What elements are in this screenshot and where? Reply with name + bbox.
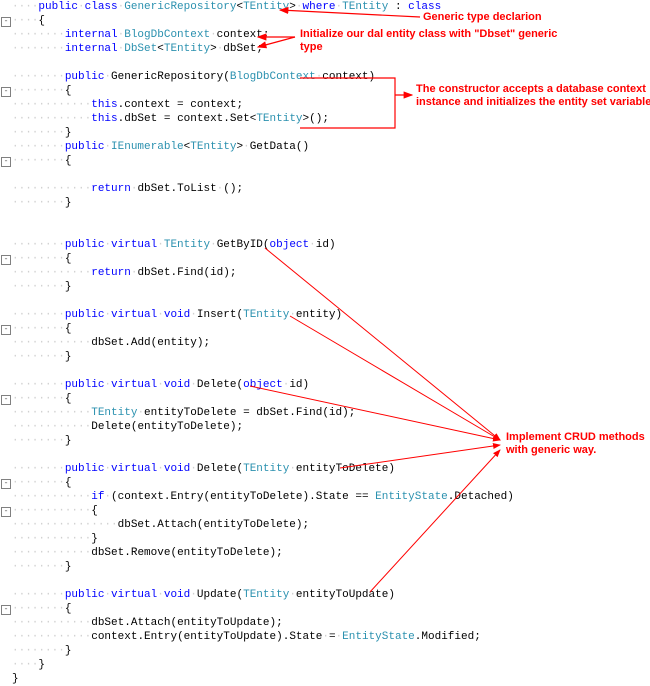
fold-gutter[interactable]: - — [0, 392, 12, 406]
fold-gutter[interactable] — [0, 490, 12, 504]
fold-gutter[interactable] — [0, 560, 12, 574]
fold-gutter[interactable] — [0, 56, 12, 70]
fold-gutter[interactable]: - — [0, 252, 12, 266]
fold-gutter[interactable] — [0, 168, 12, 182]
fold-gutter[interactable] — [0, 378, 12, 392]
fold-gutter[interactable] — [0, 238, 12, 252]
collapse-icon[interactable]: - — [1, 325, 11, 335]
fold-gutter[interactable] — [0, 420, 12, 434]
fold-gutter[interactable]: - — [0, 322, 12, 336]
fold-gutter[interactable] — [0, 462, 12, 476]
fold-gutter[interactable] — [0, 574, 12, 588]
fold-gutter[interactable] — [0, 70, 12, 84]
fold-gutter[interactable] — [0, 336, 12, 350]
collapse-icon[interactable]: - — [1, 479, 11, 489]
fold-gutter[interactable] — [0, 280, 12, 294]
fold-gutter[interactable]: - — [0, 476, 12, 490]
fold-gutter[interactable] — [0, 350, 12, 364]
fold-gutter[interactable] — [0, 672, 12, 686]
collapse-icon[interactable]: - — [1, 17, 11, 27]
fold-gutter[interactable] — [0, 266, 12, 280]
fold-gutter[interactable] — [0, 518, 12, 532]
fold-gutter[interactable] — [0, 210, 12, 224]
fold-gutter[interactable] — [0, 182, 12, 196]
fold-gutter[interactable] — [0, 658, 12, 672]
fold-gutter[interactable] — [0, 126, 12, 140]
fold-gutter[interactable] — [0, 616, 12, 630]
fold-gutter[interactable] — [0, 406, 12, 420]
fold-gutter[interactable] — [0, 98, 12, 112]
collapse-icon[interactable]: - — [1, 605, 11, 615]
fold-gutter[interactable] — [0, 308, 12, 322]
fold-gutter[interactable] — [0, 448, 12, 462]
fold-gutter[interactable] — [0, 294, 12, 308]
collapse-icon[interactable]: - — [1, 255, 11, 265]
fold-gutter[interactable] — [0, 434, 12, 448]
fold-gutter[interactable] — [0, 140, 12, 154]
fold-gutter[interactable] — [0, 532, 12, 546]
fold-gutter[interactable]: - — [0, 84, 12, 98]
fold-gutter[interactable] — [0, 196, 12, 210]
collapse-icon[interactable]: - — [1, 157, 11, 167]
fold-gutter[interactable] — [0, 112, 12, 126]
fold-gutter[interactable] — [0, 546, 12, 560]
fold-gutter[interactable]: - — [0, 154, 12, 168]
code-editor[interactable]: ····public·class·GenericRepository<TEnti… — [0, 0, 650, 686]
fold-gutter[interactable]: - — [0, 504, 12, 518]
fold-gutter[interactable] — [0, 28, 12, 42]
fold-gutter[interactable] — [0, 224, 12, 238]
fold-gutter[interactable] — [0, 630, 12, 644]
fold-gutter[interactable] — [0, 644, 12, 658]
fold-gutter[interactable]: - — [0, 602, 12, 616]
collapse-icon[interactable]: - — [1, 507, 11, 517]
collapse-icon[interactable]: - — [1, 87, 11, 97]
fold-gutter[interactable] — [0, 42, 12, 56]
fold-gutter[interactable] — [0, 364, 12, 378]
collapse-icon[interactable]: - — [1, 395, 11, 405]
fold-gutter[interactable] — [0, 588, 12, 602]
fold-gutter[interactable] — [0, 0, 12, 14]
fold-gutter[interactable]: - — [0, 14, 12, 28]
